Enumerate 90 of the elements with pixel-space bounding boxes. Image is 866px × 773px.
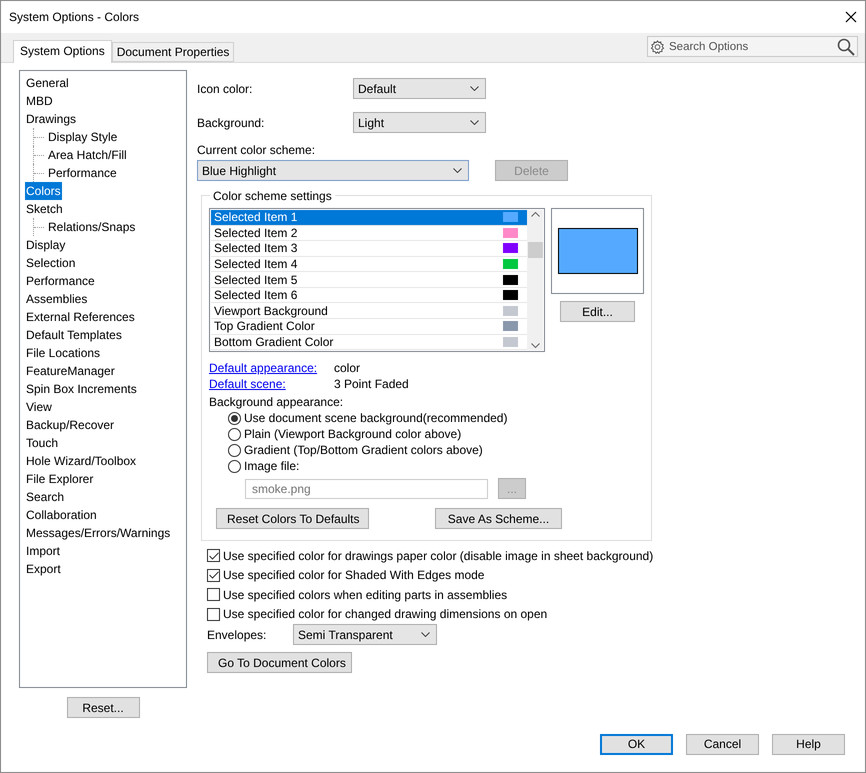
checkbox-label: Use specified color for drawings paper color (disable image in sheet background)	[223, 548, 654, 563]
tree-item[interactable]: Export	[25, 560, 62, 578]
field-label: Background:	[197, 116, 266, 130]
dialog-button[interactable]: Cancel	[686, 734, 759, 754]
tree-item[interactable]: MBD	[25, 92, 54, 110]
checkbox[interactable]	[207, 608, 220, 621]
field-label: Current color scheme:	[197, 143, 316, 157]
tree-item[interactable]: Area Hatch/Fill	[47, 146, 128, 164]
tree-item[interactable]: External References	[25, 308, 136, 326]
radio-label: Image file:	[244, 459, 300, 473]
default-scene-value: 3 Point Faded	[334, 377, 409, 391]
reset-colors-button[interactable]: Reset Colors To Defaults	[216, 508, 369, 529]
tree-item[interactable]: Import	[25, 542, 62, 560]
field-label: Background appearance:	[209, 395, 344, 409]
edit-button[interactable]: Edit...	[560, 301, 635, 322]
tree-item[interactable]: Hole Wizard/Toolbox	[25, 452, 138, 470]
settings-icon[interactable]	[650, 39, 665, 54]
default-scene-link[interactable]: Default scene:	[209, 377, 334, 391]
color-list-item[interactable]: Selected Item 2	[211, 226, 527, 242]
icon-color-dropdown[interactable]: Default	[353, 78, 486, 99]
document-colors-button[interactable]: Go To Document Colors	[207, 652, 352, 673]
scroll-up-icon[interactable]	[530, 212, 540, 217]
tree-item[interactable]: File Explorer	[25, 470, 94, 488]
tree-item[interactable]: Performance	[47, 164, 118, 182]
tree-item[interactable]: View	[25, 398, 53, 416]
tree-item[interactable]: Assemblies	[25, 290, 88, 308]
tree-item[interactable]: General	[25, 74, 70, 92]
chevron-down-icon	[453, 168, 462, 173]
radio-button[interactable]	[228, 412, 241, 424]
dialog-button[interactable]: OK	[600, 734, 673, 754]
tree-item[interactable]: Sketch	[25, 200, 64, 218]
color-list-item[interactable]: Selected Item 6	[211, 288, 527, 304]
radio-label: Plain (Viewport Background color above)	[244, 427, 462, 441]
color-list-item[interactable]: Selected Item 4	[211, 256, 527, 272]
save-scheme-button[interactable]: Save As Scheme...	[435, 508, 562, 529]
color-list-item[interactable]: Top Gradient Color	[211, 318, 527, 334]
color-list-item[interactable]: Viewport Background	[211, 303, 527, 319]
close-icon[interactable]	[845, 11, 857, 23]
radio-label: Gradient (Top/Bottom Gradient colors above)	[244, 443, 483, 457]
tree-item[interactable]: Performance	[25, 272, 96, 290]
tree-item[interactable]: Selection	[25, 254, 76, 272]
color-list-item[interactable]: Selected Item 1	[211, 210, 527, 226]
checkbox-label: Use specified color for Shaded With Edges mode	[223, 568, 484, 582]
tree-item[interactable]: Messages/Errors/Warnings	[25, 524, 172, 542]
checkbox[interactable]	[207, 549, 220, 562]
checkbox[interactable]	[207, 568, 220, 582]
scrollbar-thumb[interactable]	[528, 242, 542, 258]
tree-item[interactable]: Collaboration	[25, 506, 98, 524]
reset-button[interactable]: Reset...	[66, 697, 140, 718]
tree-item[interactable]: Search	[25, 488, 66, 506]
tree-item[interactable]: Display Style	[47, 128, 118, 146]
tree-item[interactable]: Drawings	[25, 110, 78, 128]
color-list-item[interactable]: Bottom Gradient Color	[211, 334, 527, 350]
window-title: System Options - Colors	[9, 10, 140, 24]
tree-item[interactable]: Touch	[25, 434, 60, 452]
color-list-item[interactable]: Selected Item 5	[211, 272, 527, 288]
tab[interactable]: Document Properties	[112, 42, 234, 62]
search-field[interactable]: Search Options	[647, 36, 858, 57]
field-label: Icon color:	[197, 82, 254, 96]
radio-button[interactable]	[228, 428, 241, 440]
tree-item[interactable]: Default Templates	[25, 326, 123, 344]
search-icon[interactable]	[837, 38, 855, 56]
background-dropdown[interactable]: Light	[353, 112, 486, 133]
group-title: Color scheme settings	[210, 189, 335, 203]
chevron-down-icon	[470, 86, 479, 91]
tree-item[interactable]: Colors	[25, 182, 62, 200]
checkbox[interactable]	[207, 588, 220, 602]
default-appearance-value: color	[334, 361, 360, 375]
color-list-item[interactable]: Selected Item 3	[211, 241, 527, 257]
tree-item[interactable]: Relations/Snaps	[47, 218, 136, 236]
radio-label: Use document scene background(recommended)	[244, 411, 508, 425]
field-label: Envelopes:	[207, 628, 268, 642]
tree-item[interactable]: Spin Box Increments	[25, 380, 138, 398]
default-appearance-link[interactable]: Default appearance:	[209, 361, 334, 375]
scrollbar[interactable]	[527, 210, 543, 350]
tree-item[interactable]: Backup/Recover	[25, 416, 116, 434]
color-scheme-dropdown[interactable]: Blue Highlight	[197, 160, 469, 181]
chevron-down-icon	[421, 632, 430, 637]
envelopes-dropdown[interactable]: Semi Transparent	[293, 624, 437, 645]
tree-item[interactable]: Display	[25, 236, 66, 254]
dialog-button[interactable]: Help	[772, 734, 845, 754]
chevron-down-icon	[470, 120, 479, 125]
radio-button[interactable]	[228, 460, 241, 472]
tab[interactable]: System Options	[13, 40, 112, 63]
radio-button[interactable]	[228, 444, 241, 456]
scroll-down-icon[interactable]	[530, 343, 540, 348]
tree-item[interactable]: FeatureManager	[25, 362, 116, 380]
checkbox-label: Use specified colors when editing parts in assemblies	[223, 588, 508, 602]
tree-item[interactable]: File Locations	[25, 344, 102, 362]
checkbox-label: Use specified color for changed drawing dimensions on open	[223, 607, 548, 622]
